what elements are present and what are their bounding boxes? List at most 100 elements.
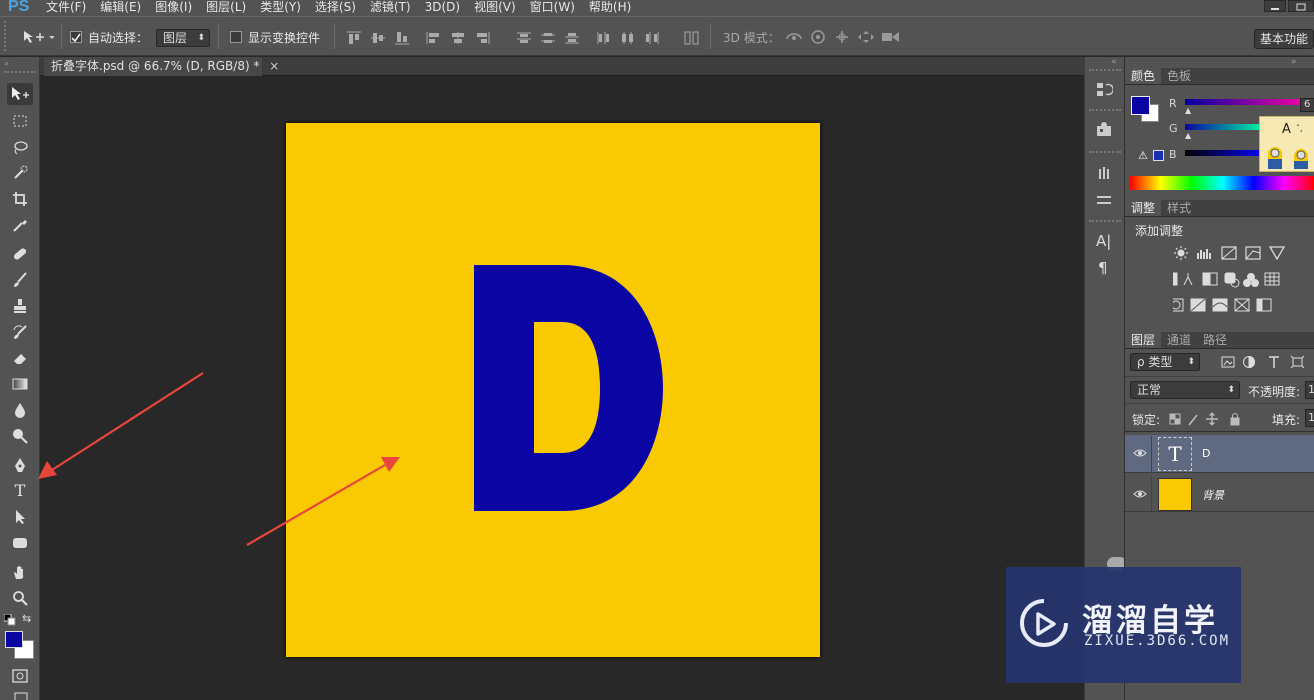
watermark-url: ZIXUE.3D66.COM	[1084, 633, 1231, 649]
color-panel-tabs: 颜色 色板	[1125, 68, 1314, 85]
align-horizontal-centers-icon[interactable]	[450, 31, 466, 48]
layer-visibility-eye-icon[interactable]	[1133, 488, 1147, 502]
distribute-vertical-centers-icon[interactable]	[540, 31, 556, 48]
collapse-panels-icon[interactable]: »	[1291, 57, 1297, 67]
distribute-bottom-icon[interactable]	[564, 31, 580, 48]
out-of-gamut-warning-icon[interactable]: ⚠	[1138, 149, 1148, 162]
menu-window[interactable]: 窗口(W)	[530, 1, 575, 14]
adjustment-icons	[1162, 245, 1313, 324]
annotation-arrows	[38, 372, 400, 546]
default-colors-icon[interactable]	[3, 613, 16, 629]
brush-panel-icon[interactable]	[1095, 191, 1113, 212]
brush-presets-panel-icon[interactable]	[1095, 163, 1113, 184]
lock-icons	[1169, 412, 1249, 429]
divider	[1125, 403, 1314, 404]
text-layer-thumbnail-icon: T	[1158, 437, 1192, 471]
opacity-value[interactable]: 1	[1305, 381, 1314, 399]
properties-panel-icon[interactable]	[1095, 120, 1113, 141]
layer-visibility-eye-icon[interactable]	[1133, 447, 1147, 461]
minimize-button[interactable]	[1264, 0, 1286, 12]
hand-tool-icon[interactable]	[7, 561, 33, 583]
color-spectrum-bar[interactable]	[1130, 176, 1314, 190]
adjust-panel-tabs: 调整 样式	[1125, 200, 1314, 217]
fill-label: 填充:	[1272, 413, 1301, 427]
tab-adjustments[interactable]: 调整	[1125, 200, 1162, 216]
divider	[1151, 475, 1152, 511]
menu-help[interactable]: 帮助(H)	[589, 1, 631, 14]
tab-layers[interactable]: 图层	[1125, 332, 1162, 348]
opacity-label: 不透明度:	[1248, 385, 1301, 399]
foreground-color-swatch[interactable]	[5, 631, 23, 648]
layer-name[interactable]: D	[1202, 447, 1210, 460]
auto-align-layers-icon[interactable]	[684, 31, 700, 48]
dock-grip	[1089, 151, 1121, 153]
layer-filter-icons	[1221, 355, 1314, 372]
layer-row-background[interactable]: 背景	[1125, 474, 1314, 512]
divider	[1151, 436, 1152, 472]
background-layer-thumbnail	[1158, 478, 1192, 511]
distribute-left-icon[interactable]	[596, 31, 612, 48]
tab-styles[interactable]: 样式	[1161, 200, 1197, 216]
divider	[1125, 431, 1314, 432]
gamut-swatch[interactable]	[1153, 150, 1164, 161]
lock-label: 锁定:	[1132, 413, 1161, 427]
dropdown-arrow-icon: ⬍	[1187, 357, 1195, 367]
channel-r-slider[interactable]	[1185, 99, 1311, 105]
menu-view[interactable]: 视图(V)	[474, 1, 516, 14]
align-left-edges-icon[interactable]	[426, 31, 442, 48]
tab-channels[interactable]: 通道	[1161, 332, 1197, 348]
menu-3d[interactable]: 3D(D)	[425, 1, 460, 14]
channel-b-slider[interactable]	[1185, 150, 1265, 156]
distribute-horizontal-centers-icon[interactable]	[620, 31, 636, 48]
layers-panel-tabs: 图层 通道 路径	[1125, 332, 1314, 349]
sticker-image: A ˇ,	[1259, 116, 1314, 172]
zoom-tool-icon[interactable]	[7, 587, 33, 609]
dock-grip	[1089, 109, 1121, 111]
channel-r-label: R	[1169, 97, 1177, 110]
align-right-edges-icon[interactable]	[474, 31, 490, 48]
layer-filter-label: ρ 类型	[1137, 355, 1173, 369]
dock-grip[interactable]	[1089, 69, 1121, 71]
tab-color[interactable]: 颜色	[1125, 68, 1162, 84]
tab-swatches[interactable]: 色板	[1161, 68, 1197, 84]
watermark: 溜溜自学 ZIXUE.3D66.COM	[1006, 567, 1241, 683]
distribute-top-icon[interactable]	[516, 31, 532, 48]
history-panel-icon[interactable]	[1095, 81, 1114, 102]
fill-value[interactable]: 1	[1305, 409, 1314, 427]
layer-filter-dropdown[interactable]: ρ 类型 ⬍	[1130, 353, 1200, 371]
layer-name[interactable]: 背景	[1202, 487, 1224, 503]
screen-mode-icon[interactable]	[7, 689, 33, 700]
annotation-arrow-left-head	[38, 461, 57, 479]
character-panel-icon[interactable]: A|	[1096, 232, 1111, 250]
divider	[1125, 376, 1314, 377]
swap-colors-icon[interactable]: ⇆	[22, 612, 31, 625]
paragraph-panel-icon[interactable]: ¶	[1098, 259, 1108, 277]
add-adjustment-title: 添加调整	[1135, 224, 1184, 238]
annotation-arrow-right-line	[246, 464, 386, 546]
3d-scale-icon[interactable]	[881, 30, 901, 47]
watermark-play-logo-icon	[1020, 599, 1068, 647]
3d-roll-icon[interactable]	[809, 30, 827, 47]
expand-dock-icon[interactable]: «	[1111, 57, 1117, 67]
channel-g-thumb-icon[interactable]: ▲	[1185, 131, 1191, 140]
layer-row-text[interactable]: T D	[1125, 435, 1314, 473]
3d-slide-icon[interactable]	[857, 30, 875, 47]
svg-text:A: A	[1282, 122, 1291, 137]
distribute-right-icon[interactable]	[644, 31, 660, 48]
blend-mode-value: 正常	[1137, 383, 1162, 397]
channel-r-thumb-icon[interactable]: ▲	[1185, 106, 1191, 115]
color-panel-foreground-swatch[interactable]	[1131, 96, 1150, 115]
tab-paths[interactable]: 路径	[1197, 332, 1233, 348]
channel-g-slider[interactable]	[1185, 124, 1265, 130]
separator	[710, 23, 711, 49]
restore-button[interactable]	[1288, 0, 1314, 12]
3d-rotate-icon[interactable]	[785, 30, 803, 47]
svg-text:ˇ,: ˇ,	[1296, 123, 1303, 133]
dropdown-arrow-icon: ⬍	[1227, 385, 1235, 395]
workspace-button[interactable]: 基本功能	[1254, 29, 1314, 49]
quick-mask-icon[interactable]	[7, 666, 33, 688]
channel-g-label: G	[1169, 122, 1178, 135]
channel-r-value[interactable]: 6	[1300, 98, 1314, 112]
blend-mode-dropdown[interactable]: 正常 ⬍	[1130, 381, 1240, 399]
3d-pan-icon[interactable]	[833, 30, 851, 47]
